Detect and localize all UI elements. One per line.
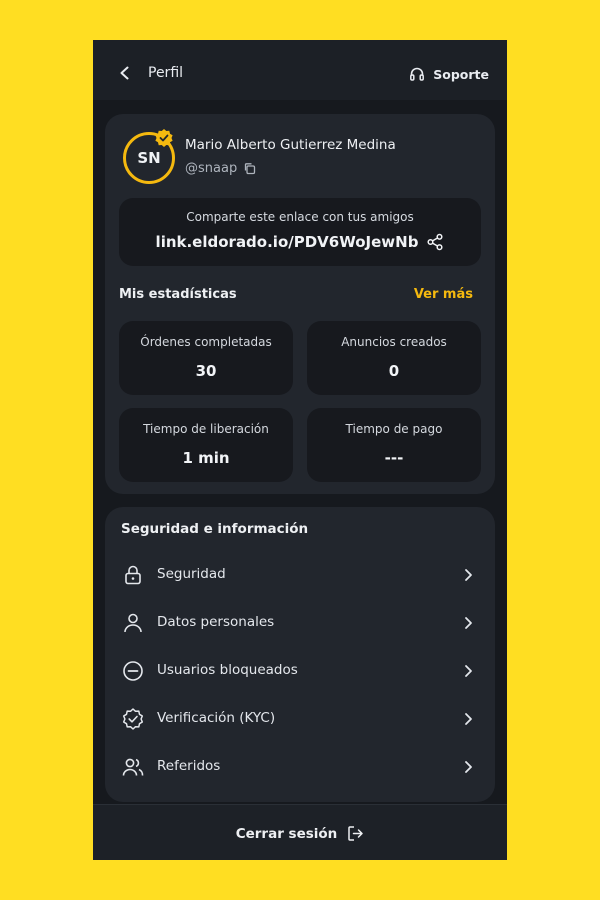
verified-badge-icon (155, 129, 173, 147)
chevron-right-icon (465, 665, 472, 677)
share-link-text[interactable]: link.eldorado.io/PDV6WoJewNb (156, 233, 419, 251)
stat-value: 30 (195, 362, 217, 380)
menu-item-personal-data[interactable]: Datos personales (105, 599, 495, 647)
stat-label: Tiempo de liberación (143, 422, 269, 436)
menu-item-blocked-users[interactable]: Usuarios bloqueados (105, 647, 495, 695)
stats-title: Mis estadísticas (119, 287, 237, 302)
stat-label: Tiempo de pago (345, 422, 443, 436)
logout-button[interactable]: Cerrar sesión (93, 825, 507, 842)
stat-label: Órdenes completadas (140, 335, 272, 349)
security-card: Seguridad e información Seguridad Datos … (105, 507, 495, 802)
stat-value: --- (384, 449, 404, 467)
chevron-right-icon (465, 569, 472, 581)
profile-card: SN Mario Alberto Gutierrez Medina @snaap… (105, 114, 495, 494)
footer-bar: Cerrar sesión (93, 804, 507, 860)
logout-label: Cerrar sesión (235, 825, 338, 842)
share-caption: Comparte este enlace con tus amigos (186, 210, 414, 224)
security-section-title: Seguridad e información (121, 521, 309, 537)
logout-icon (348, 826, 364, 841)
users-icon (122, 758, 144, 776)
menu-item-kyc[interactable]: Verificación (KYC) (105, 695, 495, 743)
user-name: Mario Alberto Gutierrez Medina (185, 137, 396, 153)
menu-item-label: Usuarios bloqueados (157, 662, 298, 678)
block-icon (123, 661, 143, 681)
avatar-initials: SN (137, 149, 161, 167)
user-handle: @snaap (185, 161, 238, 176)
lock-icon (125, 565, 141, 585)
chevron-right-icon (465, 761, 472, 773)
verified-badge-icon (122, 708, 144, 730)
chevron-right-icon (465, 617, 472, 629)
share-link-box: Comparte este enlace con tus amigos link… (119, 198, 481, 266)
see-more-link[interactable]: Ver más (414, 287, 473, 302)
top-bar: Perfil Soporte (93, 40, 507, 100)
support-button[interactable]: Soporte (409, 66, 489, 82)
menu-item-security[interactable]: Seguridad (105, 551, 495, 599)
back-arrow-icon[interactable] (117, 65, 133, 81)
menu-item-label: Seguridad (157, 566, 226, 582)
headset-icon (410, 67, 425, 81)
menu-item-label: Verificación (KYC) (157, 710, 276, 726)
chevron-right-icon (465, 713, 472, 725)
stat-ads-created: Anuncios creados 0 (307, 321, 481, 395)
menu-item-label: Datos personales (157, 614, 275, 630)
user-icon (124, 613, 142, 633)
app-screen: Perfil Soporte SN Mario Alberto Gutierre… (93, 40, 507, 860)
support-label: Soporte (433, 66, 489, 82)
stat-value: 0 (388, 362, 400, 380)
page-title: Perfil (148, 65, 184, 81)
stat-payment-time: Tiempo de pago --- (307, 408, 481, 482)
stat-value: 1 min (182, 449, 230, 467)
stat-release-time: Tiempo de liberación 1 min (119, 408, 293, 482)
copy-icon[interactable] (243, 162, 256, 175)
stat-completed-orders: Órdenes completadas 30 (119, 321, 293, 395)
share-link-row: link.eldorado.io/PDV6WoJewNb (119, 233, 481, 251)
user-handle-row: @snaap (185, 161, 256, 176)
stat-label: Anuncios creados (341, 335, 447, 349)
menu-item-referrals[interactable]: Referidos (105, 743, 495, 791)
share-icon[interactable] (426, 233, 444, 251)
menu-item-label: Referidos (157, 758, 221, 774)
